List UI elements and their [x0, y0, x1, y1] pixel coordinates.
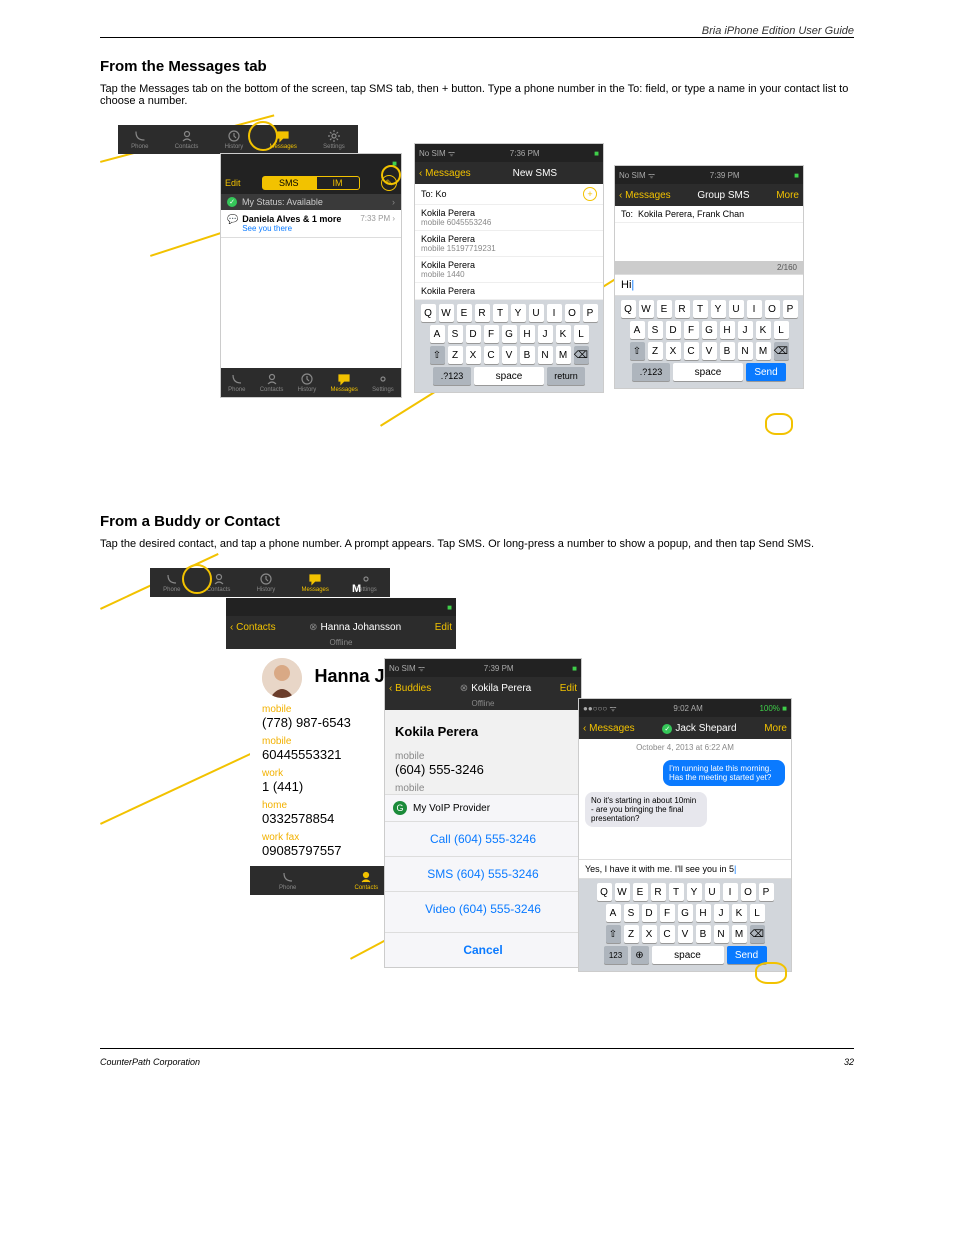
screen-title: New SMS — [513, 168, 557, 179]
highlight-ellipse — [765, 413, 793, 435]
search-result[interactable]: Kokila Perera — [415, 283, 603, 300]
keyboard[interactable]: QWERTYUIOP ASDFGHJKL ⇧ZXCVBNM⌫ .?123spac… — [615, 296, 803, 388]
section-heading: From a Buddy or Contact — [100, 513, 854, 530]
search-result[interactable]: Kokila Pereramobile 15197719231 — [415, 231, 603, 257]
back-button[interactable]: ‹ Messages — [583, 723, 635, 734]
messages-list-screen: ■ Edit SMS IM ✎ ✓ My Status: Available ›… — [220, 153, 402, 398]
conversation-row[interactable]: 💬 Daniela Alves & 1 more See you there 7… — [221, 210, 401, 238]
tabbar: Phone Contacts History Messages Settings — [118, 125, 358, 154]
divider — [100, 1048, 854, 1049]
globe-key[interactable]: ⊕ — [631, 946, 649, 964]
section-heading: From the Messages tab — [100, 58, 854, 75]
keyboard[interactable]: QWERTYUIOP ASDFGHJKL ⇧ZXCVBNM⌫ 123⊕space… — [579, 879, 791, 971]
highlight-circle — [182, 564, 212, 594]
im-tab[interactable]: IM — [316, 176, 360, 190]
action-sheet: GMy VoIP Provider Call (604) 555-3246 SM… — [385, 794, 581, 967]
footer-left: CounterPath Corporation — [100, 1057, 200, 1067]
more-button[interactable]: More — [776, 190, 799, 201]
figure-2: Phone Contacts History Messages Settings… — [100, 568, 854, 1008]
divider — [100, 37, 854, 38]
shift-key[interactable]: ⇧ — [430, 346, 445, 364]
tabbar-bottom: Phone Contacts History Messages Settings — [221, 368, 401, 397]
phone-number[interactable]: (604) 555-3246 — [395, 762, 571, 777]
back-button[interactable]: ‹ Messages — [619, 190, 671, 201]
recipients-field[interactable]: Kokila Perera, Frank Chan — [638, 209, 744, 219]
footer-right: 32 — [844, 1057, 854, 1067]
to-field[interactable]: Ko — [436, 189, 447, 199]
cancel-action[interactable]: Cancel — [385, 932, 581, 967]
chat-icon: 💬 — [227, 214, 238, 233]
group-sms-screen: No SIM ᯤ7:39 PM■ ‹ Messages Group SMS Mo… — [614, 165, 804, 389]
search-result[interactable]: Kokila Pereramobile 1440 — [415, 257, 603, 283]
send-button[interactable]: Send — [727, 946, 767, 964]
compose-input[interactable]: Yes, I have it with me. I'll see you in … — [579, 859, 791, 879]
send-button[interactable]: Send — [746, 363, 786, 381]
doc-header: Bria iPhone Edition User Guide — [100, 25, 854, 37]
status-check-icon: ✓ — [662, 724, 672, 734]
highlight-circle — [248, 121, 278, 151]
edit-button[interactable]: Edit — [225, 178, 241, 188]
call-action[interactable]: Call (604) 555-3246 — [385, 821, 581, 856]
keyboard[interactable]: QWERTYUIOP ASDFGHJKL ⇧ZXCVBNM⌫ .?123spac… — [415, 300, 603, 392]
sms-tab[interactable]: SMS — [262, 176, 316, 190]
sms-action[interactable]: SMS (604) 555-3246 — [385, 856, 581, 891]
char-count: 2/160 — [615, 261, 803, 274]
new-sms-screen: No SIM ᯤ7:36 PM■ ‹ Messages New SMS To: … — [414, 143, 604, 393]
provider-icon: G — [393, 801, 407, 815]
message-sent: I'm running late this morning. Has the m… — [663, 760, 785, 786]
status-row[interactable]: ✓ My Status: Available › — [221, 194, 401, 210]
back-button[interactable]: ‹ Messages — [419, 168, 471, 179]
section-body: Tap the Messages tab on the bottom of th… — [100, 83, 854, 107]
back-button[interactable]: ‹ Contacts — [230, 622, 276, 633]
backspace-key[interactable]: ⌫ — [574, 346, 589, 364]
tab-contacts[interactable]: Contacts — [175, 129, 199, 150]
tab-history[interactable]: History — [225, 129, 244, 150]
highlight-circle — [381, 165, 401, 185]
message-input[interactable]: Hi| — [615, 274, 803, 296]
more-button[interactable]: More — [764, 723, 787, 734]
back-button[interactable]: ‹ Buddies — [389, 683, 431, 694]
status-check-icon: ✓ — [227, 197, 237, 207]
search-result[interactable]: Kokila Pereramobile 6045553246 — [415, 205, 603, 231]
edit-button[interactable]: Edit — [435, 622, 452, 633]
tab-phone[interactable]: Phone — [131, 129, 148, 150]
highlight-ellipse — [755, 962, 787, 984]
add-contact-icon[interactable]: + — [583, 187, 597, 201]
avatar — [262, 658, 302, 698]
figure-1: Phone Contacts History Messages Settings… — [100, 125, 854, 505]
tab-settings[interactable]: Settings — [323, 129, 345, 150]
buddy-action-screen: No SIM ᯤ7:39 PM■ ‹ Buddies ⊗Kokila Perer… — [384, 658, 582, 968]
video-action[interactable]: Video (604) 555-3246 — [385, 891, 581, 926]
message-received: No it's starting in about 10min - are yo… — [585, 792, 707, 827]
section-body: Tap the desired contact, and tap a phone… — [100, 538, 854, 550]
status-icon: ⊗ — [309, 622, 317, 633]
phone-1: Phone Contacts History Messages Settings — [118, 125, 358, 154]
conversation-screen: ●●○○○ ᯤ9:02 AM100% ■ ‹ Messages ✓Jack Sh… — [578, 698, 792, 972]
